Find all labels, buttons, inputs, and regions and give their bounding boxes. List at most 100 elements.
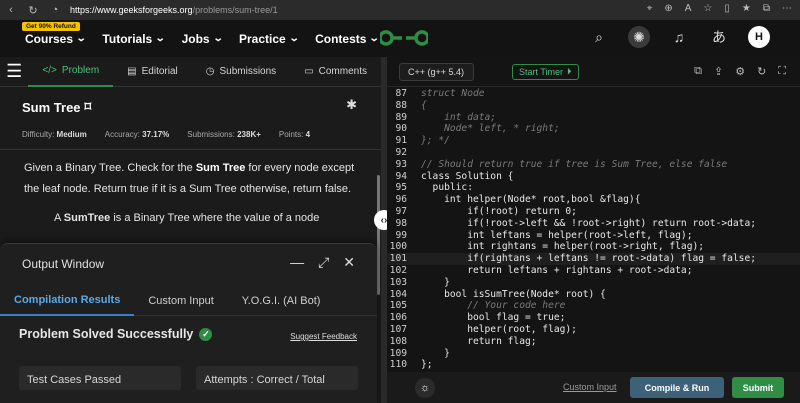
code-line[interactable]: 99 int leftans = helper(root->left, flag… [387,230,800,242]
code-line[interactable]: 106 bool flag = true; [387,312,800,324]
problem-title: Sum Tree ⌑ [22,99,359,115]
site-info-icon[interactable]: ◔ [44,4,66,16]
submit-button[interactable]: Submit [732,377,784,398]
hamburger-menu-icon[interactable]: ☰ [0,61,28,82]
clock-icon: ◷ [205,66,215,77]
code-line[interactable]: 89 int data; [387,112,800,124]
upload-icon[interactable]: ⇪ [714,65,723,78]
code-text: class Solution { [421,170,514,182]
code-line[interactable]: 102 return leftans + rightans + root->da… [387,265,800,277]
tab-comments[interactable]: ▭ Comments [290,57,381,87]
address-bar[interactable]: https://www.geeksforgeeks.org/problems/s… [70,2,550,18]
tab-problem[interactable]: </> Problem [28,57,114,87]
code-text: int rightans = helper(root->right, flag)… [421,241,705,253]
language-select[interactable]: C++ (g++ 5.4) [399,62,474,81]
translate-icon[interactable]: あ [708,26,730,48]
bookmark-icon[interactable]: ⌑ [85,99,92,115]
line-number: 109 [389,347,407,359]
chevron-down-icon: ⌄ [288,33,300,44]
avatar[interactable]: H [748,26,770,48]
start-timer-label: Start Timer [519,66,564,77]
suggest-feedback-link[interactable]: Suggest Feedback [290,332,357,341]
code-text: return leftans + rightans + root->data; [421,264,693,276]
split-screen-icon[interactable]: ▯ [724,3,730,14]
tab-editorial[interactable]: ▤ Editorial [113,57,192,87]
code-line[interactable]: 97 if(!root) return 0; [387,206,800,218]
line-number: 105 [389,300,407,312]
copy-icon[interactable]: ⧉ [694,65,702,78]
problem-description: Given a Binary Tree. Check for the Sum T… [0,150,381,208]
code-line[interactable]: 87 struct Node [387,88,800,100]
code-line[interactable]: 100 int rightans = helper(root->right, f… [387,241,800,253]
minimize-icon[interactable]: — [290,254,304,271]
lightbulb-icon[interactable]: ☼ [415,377,435,398]
start-timer-button[interactable]: Start Timer ⏵ [512,63,579,80]
code-line[interactable]: 94 class Solution { [387,171,800,183]
difficulty-value: Medium [56,130,87,139]
nav-contests[interactable]: Contests ⌄ [315,32,380,46]
theme-toggle-icon[interactable]: ✺ [628,26,650,48]
tab-yogi-ai-bot[interactable]: Y.O.G.I. (AI Bot) [228,286,335,316]
code-line[interactable]: 88 { [387,100,800,112]
compile-run-button[interactable]: Compile & Run [630,377,724,398]
expand-icon[interactable]: ⤢ [318,254,329,271]
read-aloud-icon[interactable]: A [685,3,692,14]
problem-scrollbar[interactable] [377,175,380,295]
custom-input-link[interactable]: Custom Input [563,382,617,392]
nav-jobs[interactable]: Jobs ⌄ [181,31,224,46]
code-line[interactable]: 91}; */ [387,135,800,147]
close-icon[interactable]: ✕ [343,254,355,271]
code-editor[interactable]: 87 struct Node 88{89 int data; 90 Node* lef… [387,88,800,372]
code-text: if(!root->left && !root->right) return r… [421,217,757,229]
code-line[interactable]: 104 bool isSumTree(Node* root) { [387,289,800,301]
favorite-icon[interactable]: ☆ [703,3,712,14]
extension-icon[interactable]: ⌖ [647,3,653,14]
fullscreen-icon[interactable]: ⛶ [778,65,786,78]
line-number: 92 [395,146,407,158]
code-line[interactable]: 103 } [387,277,800,289]
gfg-logo-icon[interactable] [380,26,428,50]
refund-badge[interactable]: Get 90% Refund [22,22,80,31]
code-line[interactable]: 93 // Should return true if tree is Sum T… [387,159,800,171]
line-number: 99 [395,229,407,241]
nav-practice[interactable]: Practice ⌄ [239,32,300,46]
problem-header: Sum Tree ⌑ Difficulty: Medium Accuracy: … [0,87,381,139]
more-icon[interactable]: ⋯ [782,3,792,14]
tab-editorial-label: Editorial [141,66,178,77]
code-line[interactable]: 92 [387,147,800,159]
nav-courses[interactable]: Courses ⌄ [25,32,87,46]
tab-compilation-results[interactable]: Compilation Results [0,286,135,316]
zoom-icon[interactable]: ⊕ [664,3,672,14]
code-line[interactable]: 101 if(rightans + leftans != root->data)… [387,253,800,265]
url-host: https://www.geeksforgeeks.org [70,5,193,15]
code-line[interactable]: 105 // Your code here [387,300,800,312]
nav-tutorials[interactable]: Tutorials ⌄ [102,32,166,46]
code-line[interactable]: 90 Node* left, * right; [387,123,800,135]
code-line[interactable]: 98 if(!root->left && !root->right) retur… [387,218,800,230]
code-line[interactable]: 107 helper(root, flag); [387,324,800,336]
nav-jobs-label: Jobs [181,31,210,46]
settings-icon[interactable]: ⚙ [735,65,745,78]
tab-custom-input[interactable]: Custom Input [134,286,227,316]
line-number: 101 [389,253,407,265]
reload-icon[interactable]: ↻ [22,4,44,17]
code-text: // Should return true if tree is Sum Tre… [421,158,728,170]
code-line[interactable]: 109 } [387,348,800,360]
chevron-down-icon: ⌄ [154,33,166,44]
favorites-bar-icon[interactable]: ★ [742,3,751,14]
collections-icon[interactable]: ⧉ [763,3,770,14]
code-line[interactable]: 95 public: [387,182,800,194]
notification-bell-icon[interactable]: ♫ [668,26,690,48]
report-bug-icon[interactable]: ✱ [346,97,357,113]
header-actions: ⌕ ✺ ♫ あ H [588,26,770,48]
code-line[interactable]: 96 int helper(Node* root,bool &flag){ [387,194,800,206]
tab-submissions[interactable]: ◷ Submissions [192,57,290,87]
test-cases-box: Test Cases Passed [19,366,181,390]
search-icon[interactable]: ⌕ [588,26,610,48]
code-line[interactable]: 110}; [387,359,800,371]
reset-icon[interactable]: ↻ [757,65,766,78]
back-icon[interactable]: ‹ [0,4,22,16]
output-window-controls: — ⤢ ✕ [290,254,355,271]
code-line[interactable]: 108 return flag; [387,336,800,348]
check-circle-icon: ✓ [199,327,213,341]
